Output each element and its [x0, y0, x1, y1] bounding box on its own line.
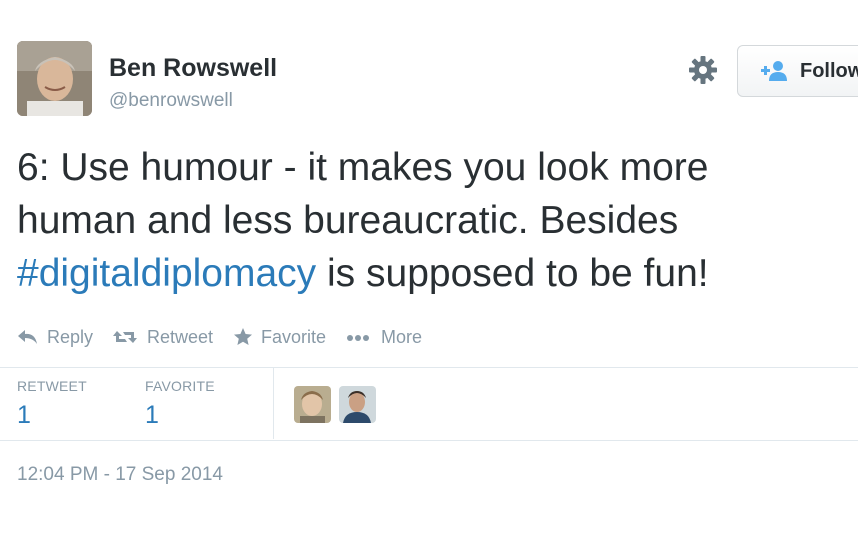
retweeter-avatar[interactable]: [339, 386, 376, 423]
tweet-text: 6: Use humour - it makes you look more h…: [17, 141, 847, 300]
gear-icon[interactable]: [687, 54, 719, 86]
divider: [0, 367, 858, 368]
favorite-count[interactable]: 1: [145, 401, 159, 430]
retweet-label: Retweet: [147, 327, 214, 347]
hashtag-link[interactable]: #digitaldiplomacy: [17, 252, 316, 295]
favoriter-avatar[interactable]: [294, 386, 331, 423]
retweet-stat-label: RETWEET: [17, 378, 87, 394]
reply-label: Reply: [47, 327, 94, 347]
avatar-photo: [294, 386, 331, 423]
avatar-photo: [339, 386, 376, 423]
stats-divider: [273, 368, 274, 439]
tweet-timestamp[interactable]: 12:04 PM - 17 Sep 2014: [17, 464, 223, 486]
author-name[interactable]: Ben Rowswell: [109, 54, 277, 83]
retweet-count[interactable]: 1: [17, 401, 31, 430]
star-icon: [234, 328, 252, 345]
retweet-icon: [113, 331, 137, 343]
favorite-stat-label: FAVORITE: [145, 378, 215, 394]
add-user-icon: [761, 61, 787, 81]
author-avatar[interactable]: [17, 41, 92, 116]
reply-icon: [18, 330, 37, 344]
tweet-text-line: 6: Use humour - it makes you look more: [17, 146, 709, 189]
follow-button-label: Follow: [800, 60, 858, 82]
tweet-text-fragment: is supposed to be fun!: [316, 252, 709, 295]
divider: [0, 440, 858, 441]
author-handle[interactable]: @benrowswell: [109, 90, 233, 112]
more-dots-icon: [347, 335, 369, 341]
follow-button[interactable]: Follow: [737, 45, 858, 97]
avatar-photo: [17, 41, 92, 116]
favorite-label: Favorite: [261, 327, 327, 347]
more-label: More: [381, 327, 423, 347]
tweet-text-line: human and less bureaucratic. Besides: [17, 199, 679, 242]
tweet-text-line: #digitaldiplomacy is supposed to be fun!: [17, 247, 847, 300]
